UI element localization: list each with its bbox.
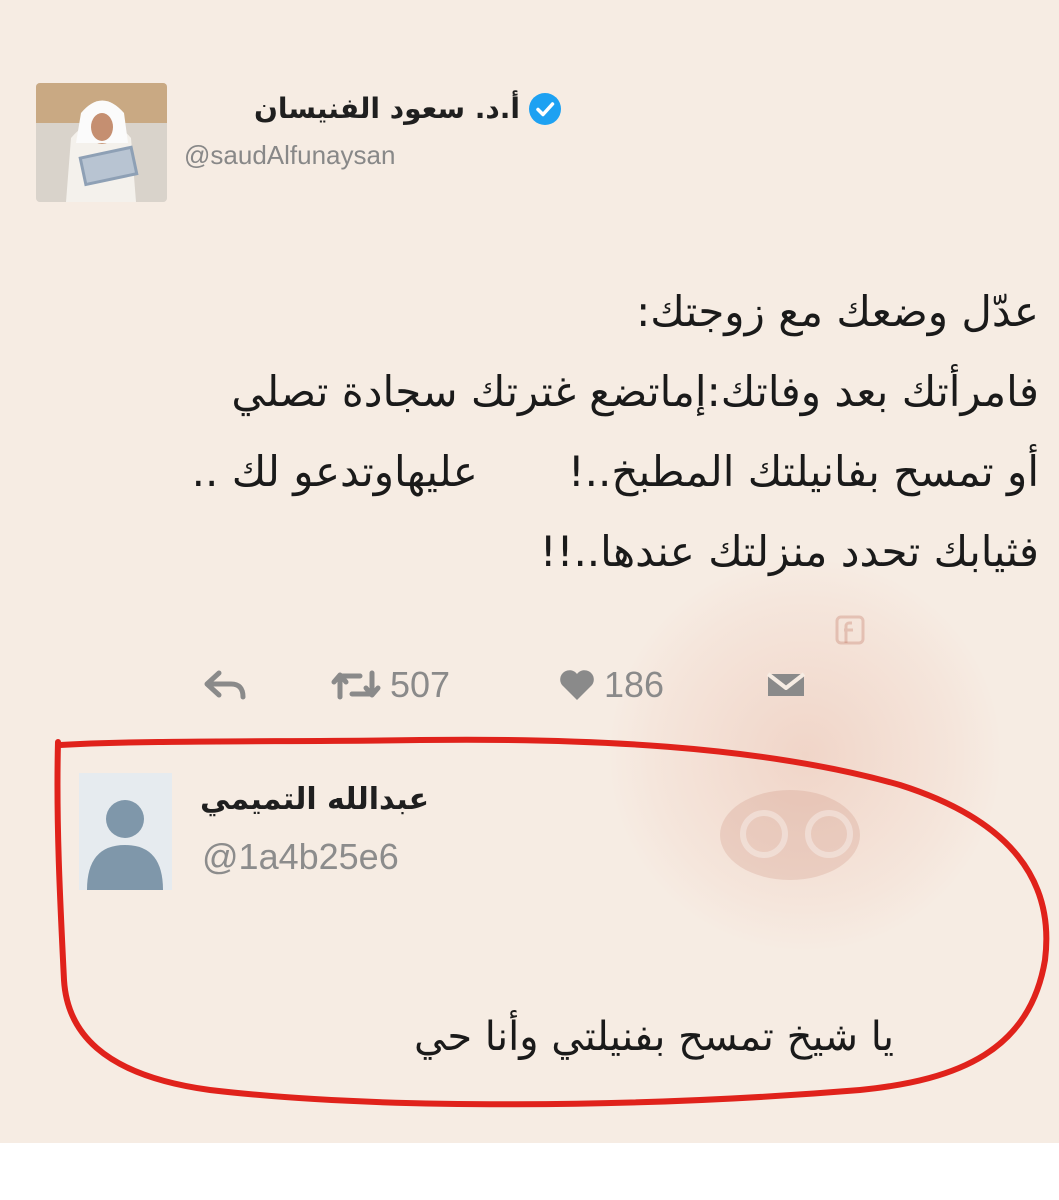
like-button[interactable]: 186: [558, 655, 664, 715]
tweet-line-part: عليهاوتدعو لك ..: [191, 447, 478, 496]
bottom-margin: [0, 1143, 1059, 1200]
author-avatar[interactable]: [36, 83, 167, 202]
reply-text: يا شيخ تمسح بفنيلتي وأنا حي: [414, 1014, 895, 1060]
reply-arrow-icon: [204, 670, 246, 700]
tweet-line-part: أو تمسح بفانيلتك المطبخ..!: [567, 447, 1039, 496]
tweet-actions: 507 186: [0, 655, 1059, 715]
direct-message-button[interactable]: [764, 655, 808, 715]
verified-badge-icon: [529, 93, 561, 125]
reply-author-handle[interactable]: @1a4b25e6: [202, 836, 399, 878]
tweet-text: عدّل وضعك مع زوجتك: فامرأتك بعد وفاتك:إم…: [39, 272, 1039, 592]
author-handle[interactable]: @saudAlfunaysan: [184, 140, 395, 171]
facebook-icon: [835, 615, 865, 645]
envelope-icon: [766, 672, 806, 696]
retweet-icon: [331, 670, 381, 700]
tweet-line: عدّل وضعك مع زوجتك:: [636, 287, 1039, 336]
reply-avatar[interactable]: [79, 773, 172, 890]
tweet-line-split: أو تمسح بفانيلتك المطبخ..! عليهاوتدعو لك …: [39, 432, 1039, 512]
watermark-logo: [610, 560, 1000, 950]
author-name[interactable]: أ.د. سعود الفنيسان: [254, 92, 520, 125]
default-user-icon: [79, 773, 172, 890]
tweet-line: فامرأتك بعد وفاتك:إماتضع غترتك سجادة تصل…: [231, 367, 1039, 416]
heart-icon: [560, 670, 594, 700]
reply-button[interactable]: [203, 655, 247, 715]
tweet-screenshot: أ.د. سعود الفنيسان @saudAlfunaysan عدّل …: [0, 0, 1059, 1143]
like-count: 186: [604, 664, 665, 705]
tweet-line: فثيابك تحدد منزلتك عندها..!!: [539, 527, 1039, 576]
retweet-count: 507: [390, 664, 451, 705]
retweet-button[interactable]: 507: [330, 655, 450, 715]
reply-author-name[interactable]: عبدالله التميمي: [200, 782, 429, 817]
